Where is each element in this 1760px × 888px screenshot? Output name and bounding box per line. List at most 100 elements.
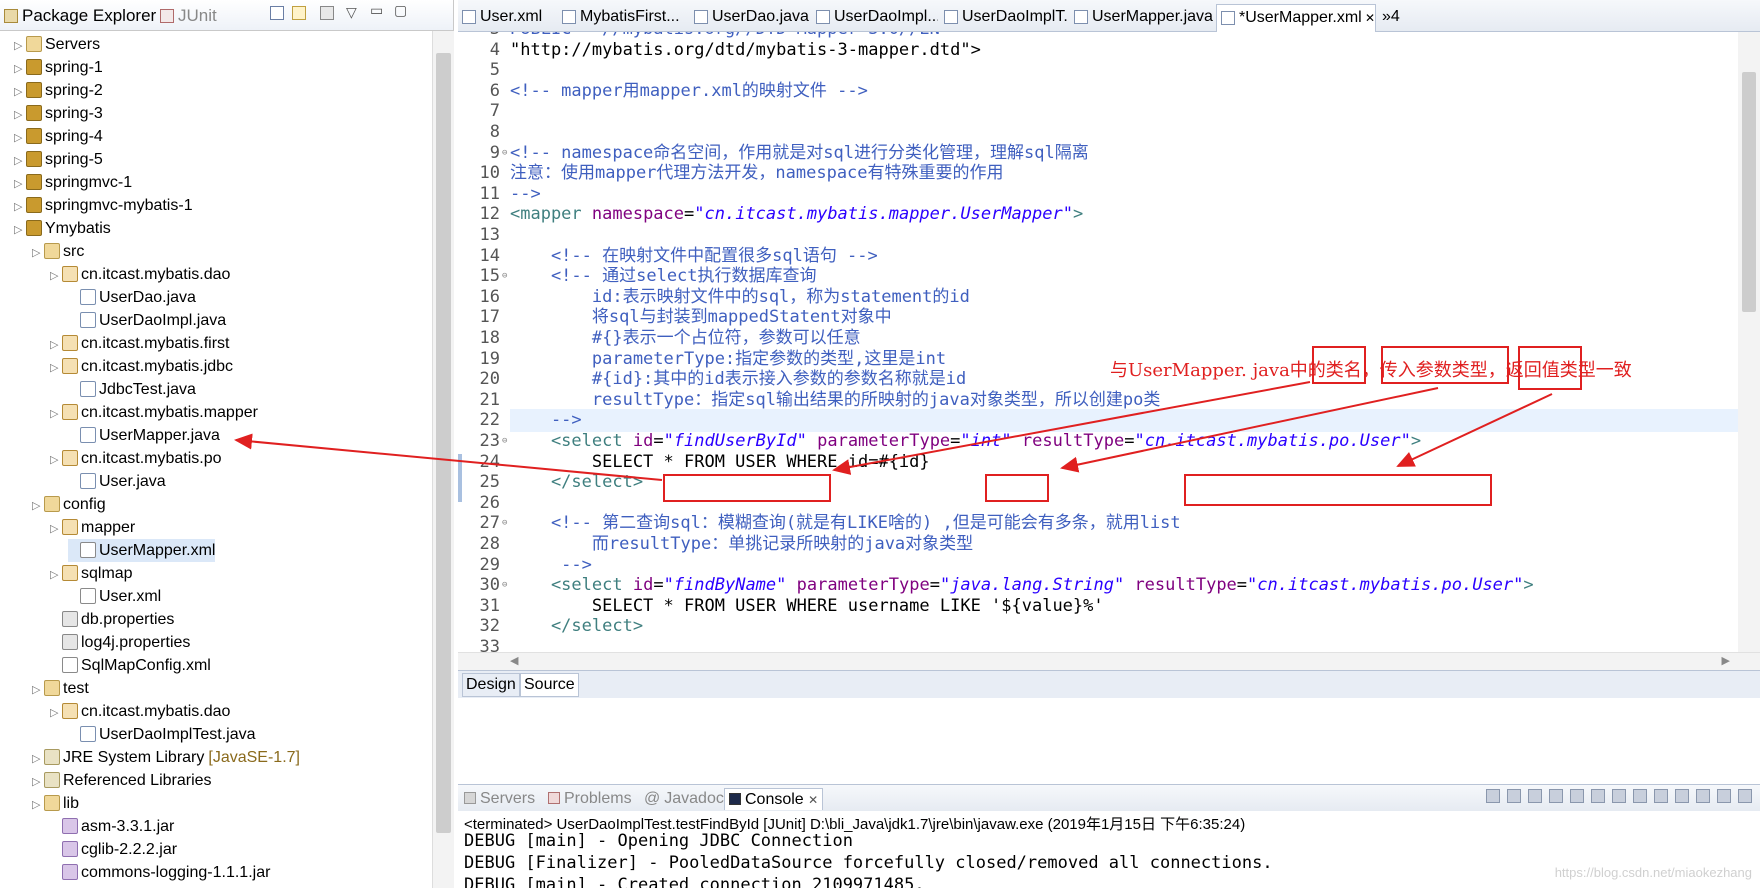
fold-toggle-icon[interactable]: ⊖ <box>502 148 510 158</box>
remove-launch-icon[interactable] <box>1507 789 1521 803</box>
minimize-icon[interactable] <box>1717 789 1731 803</box>
editor-vertical-scrollbar[interactable] <box>1738 32 1760 652</box>
editor-tab[interactable]: MybatisFirst... <box>558 4 688 32</box>
view-menu-icon[interactable]: ▽ <box>346 4 357 21</box>
tree-item[interactable]: ▷ mapper <box>50 516 135 539</box>
display-console-icon[interactable] <box>1675 789 1689 803</box>
expand-toggle-icon[interactable]: ▷ <box>50 702 62 725</box>
expand-toggle-icon[interactable]: ▷ <box>14 81 26 104</box>
tree-item[interactable]: ▷ Referenced Libraries <box>32 769 212 792</box>
editor-vertical-scrollbar-thumb[interactable] <box>1742 72 1756 312</box>
pin-console-icon[interactable] <box>1654 789 1668 803</box>
tree-item[interactable]: asm-3.3.1.jar <box>50 815 174 838</box>
expand-toggle-icon[interactable]: ▷ <box>50 518 62 541</box>
tree-item[interactable]: ▷ JRE System Library [JavaSE-1.7] <box>32 746 300 769</box>
filter-icon[interactable] <box>320 6 334 24</box>
editor-horizontal-scrollbar[interactable]: ◀ ▶ <box>458 652 1760 670</box>
expand-toggle-icon[interactable]: ▷ <box>50 403 62 426</box>
expand-toggle-icon[interactable]: ▷ <box>14 150 26 173</box>
code-line[interactable]: </select> <box>510 615 643 638</box>
collapse-all-icon[interactable] <box>270 6 284 24</box>
expand-toggle-icon[interactable]: ▷ <box>14 104 26 127</box>
tree-item[interactable]: SqlMapConfig.xml <box>50 654 211 677</box>
code-line[interactable]: <mapper namespace="cn.itcast.mybatis.map… <box>510 203 1083 226</box>
code-line[interactable]: resultType：指定sql输出结果的所映射的java对象类型，所以创建po… <box>510 389 1160 412</box>
expand-toggle-icon[interactable]: ▷ <box>50 449 62 472</box>
tree-item[interactable]: UserMapper.java <box>68 424 220 447</box>
code-line[interactable]: <select id="findByName" parameterType="j… <box>510 574 1534 597</box>
scroll-lock-icon[interactable] <box>1570 789 1584 803</box>
tree-item[interactable]: ▷ springmvc-mybatis-1 <box>14 194 193 217</box>
tree-item[interactable]: User.java <box>68 470 166 493</box>
tree-item[interactable]: UserDaoImplTest.java <box>68 723 256 746</box>
expand-toggle-icon[interactable]: ▷ <box>50 564 62 587</box>
tab-servers[interactable]: Servers <box>464 788 535 810</box>
close-icon[interactable]: ✕ <box>1362 11 1375 25</box>
tree-item[interactable]: ▷ config <box>32 493 106 516</box>
tree-item[interactable]: commons-logging-1.1.1.jar <box>50 861 270 884</box>
code-line[interactable]: id:表示映射文件中的sql，称为statement的id <box>510 286 970 309</box>
scroll-left-icon[interactable]: ◀ <box>510 654 518 667</box>
expand-toggle-icon[interactable]: ▷ <box>32 495 44 518</box>
editor-tab[interactable]: »4 <box>1378 4 1418 32</box>
code-line[interactable]: <!-- namespace命名空间，作用就是对sql进行分类化管理，理解sql… <box>510 142 1089 165</box>
code-line[interactable]: SELECT * FROM USER WHERE id=#{id} <box>510 451 930 474</box>
tab-package-explorer[interactable]: Package Explorer ✕ <box>4 4 172 28</box>
show-on-stdout-icon[interactable] <box>1612 789 1626 803</box>
tree-item[interactable]: ▷ lib <box>32 792 79 815</box>
code-line[interactable]: 注意：使用mapper代理方法开发，namespace有特殊重要的作用 <box>510 162 1004 185</box>
expand-toggle-icon[interactable]: ▷ <box>14 35 26 58</box>
expand-toggle-icon[interactable]: ▷ <box>50 334 62 357</box>
expand-toggle-icon[interactable]: ▷ <box>14 219 26 242</box>
link-editor-icon[interactable] <box>292 6 306 24</box>
tree-item[interactable]: ▷ test <box>32 677 89 700</box>
tree-scrollbar-thumb[interactable] <box>436 53 451 833</box>
tree-item[interactable]: JdbcTest.java <box>68 378 196 401</box>
maximize-icon[interactable] <box>1738 789 1752 803</box>
tree-item[interactable]: ▷ src <box>32 240 84 263</box>
tree-item[interactable]: UserDaoImpl.java <box>68 309 226 332</box>
expand-toggle-icon[interactable]: ▷ <box>14 196 26 219</box>
expand-toggle-icon[interactable]: ▷ <box>32 242 44 265</box>
maximize-icon[interactable]: ▢ <box>394 2 407 19</box>
tree-item[interactable]: ▷ spring-4 <box>14 125 103 148</box>
code-line[interactable]: #{id}:其中的id表示接入参数的参数名称就是id <box>510 368 966 391</box>
expand-toggle-icon[interactable]: ▷ <box>32 679 44 702</box>
expand-toggle-icon[interactable]: ▷ <box>50 357 62 380</box>
word-wrap-icon[interactable] <box>1591 789 1605 803</box>
code-line[interactable]: </select> <box>510 471 643 494</box>
code-line[interactable]: parameterType:指定参数的类型,这里是int <box>510 348 946 371</box>
tree-item[interactable]: ▷ cn.itcast.mybatis.dao <box>50 700 230 723</box>
editor-tab[interactable]: UserDao.java <box>690 4 810 32</box>
code-line[interactable]: <!-- 通过select执行数据库查询 <box>510 265 817 288</box>
tree-item[interactable]: ▷ spring-3 <box>14 102 103 125</box>
code-line[interactable]: "http://mybatis.org/dtd/mybatis-3-mapper… <box>510 39 981 62</box>
code-line[interactable]: --> <box>510 183 541 206</box>
editor-tab[interactable]: User.xml <box>458 4 556 32</box>
tree-item[interactable]: UserDao.java <box>68 286 196 309</box>
open-console-icon[interactable] <box>1696 789 1710 803</box>
tree-item[interactable]: ▷ cn.itcast.mybatis.jdbc <box>50 355 233 378</box>
tree-item[interactable]: ▷ spring-5 <box>14 148 103 171</box>
scroll-right-icon[interactable]: ▶ <box>1722 654 1730 667</box>
tree-item[interactable]: ▷ spring-2 <box>14 79 103 102</box>
fold-toggle-icon[interactable]: ⊖ <box>502 271 510 281</box>
expand-toggle-icon[interactable]: ▷ <box>14 127 26 150</box>
editor-tab[interactable]: UserMapper.java <box>1070 4 1214 32</box>
editor-tab[interactable]: UserDaoImplT... <box>940 4 1068 32</box>
expand-toggle-icon[interactable]: ▷ <box>32 771 44 794</box>
tab-design[interactable]: Design <box>462 673 520 697</box>
tree-item[interactable]: ▷ spring-1 <box>14 56 103 79</box>
code-line[interactable]: SELECT * FROM USER WHERE username LIKE '… <box>510 595 1104 618</box>
tab-source[interactable]: Source <box>520 673 579 697</box>
expand-toggle-icon[interactable]: ▷ <box>14 58 26 81</box>
tab-console[interactable]: Console ✕ <box>724 788 824 810</box>
tree-item[interactable]: ▷ Servers <box>14 33 100 56</box>
close-icon[interactable]: ✕ <box>808 793 818 807</box>
tree-scrollbar[interactable] <box>432 31 454 888</box>
code-line[interactable]: <!-- mapper用mapper.xml的映射文件 --> <box>510 80 868 103</box>
tree-item[interactable]: ▷ cn.itcast.mybatis.po <box>50 447 222 470</box>
editor-tab[interactable]: UserDaoImpl... <box>812 4 938 32</box>
tree-item[interactable]: UserMapper.xml <box>68 539 216 562</box>
tree-item[interactable]: db.properties <box>50 608 174 631</box>
